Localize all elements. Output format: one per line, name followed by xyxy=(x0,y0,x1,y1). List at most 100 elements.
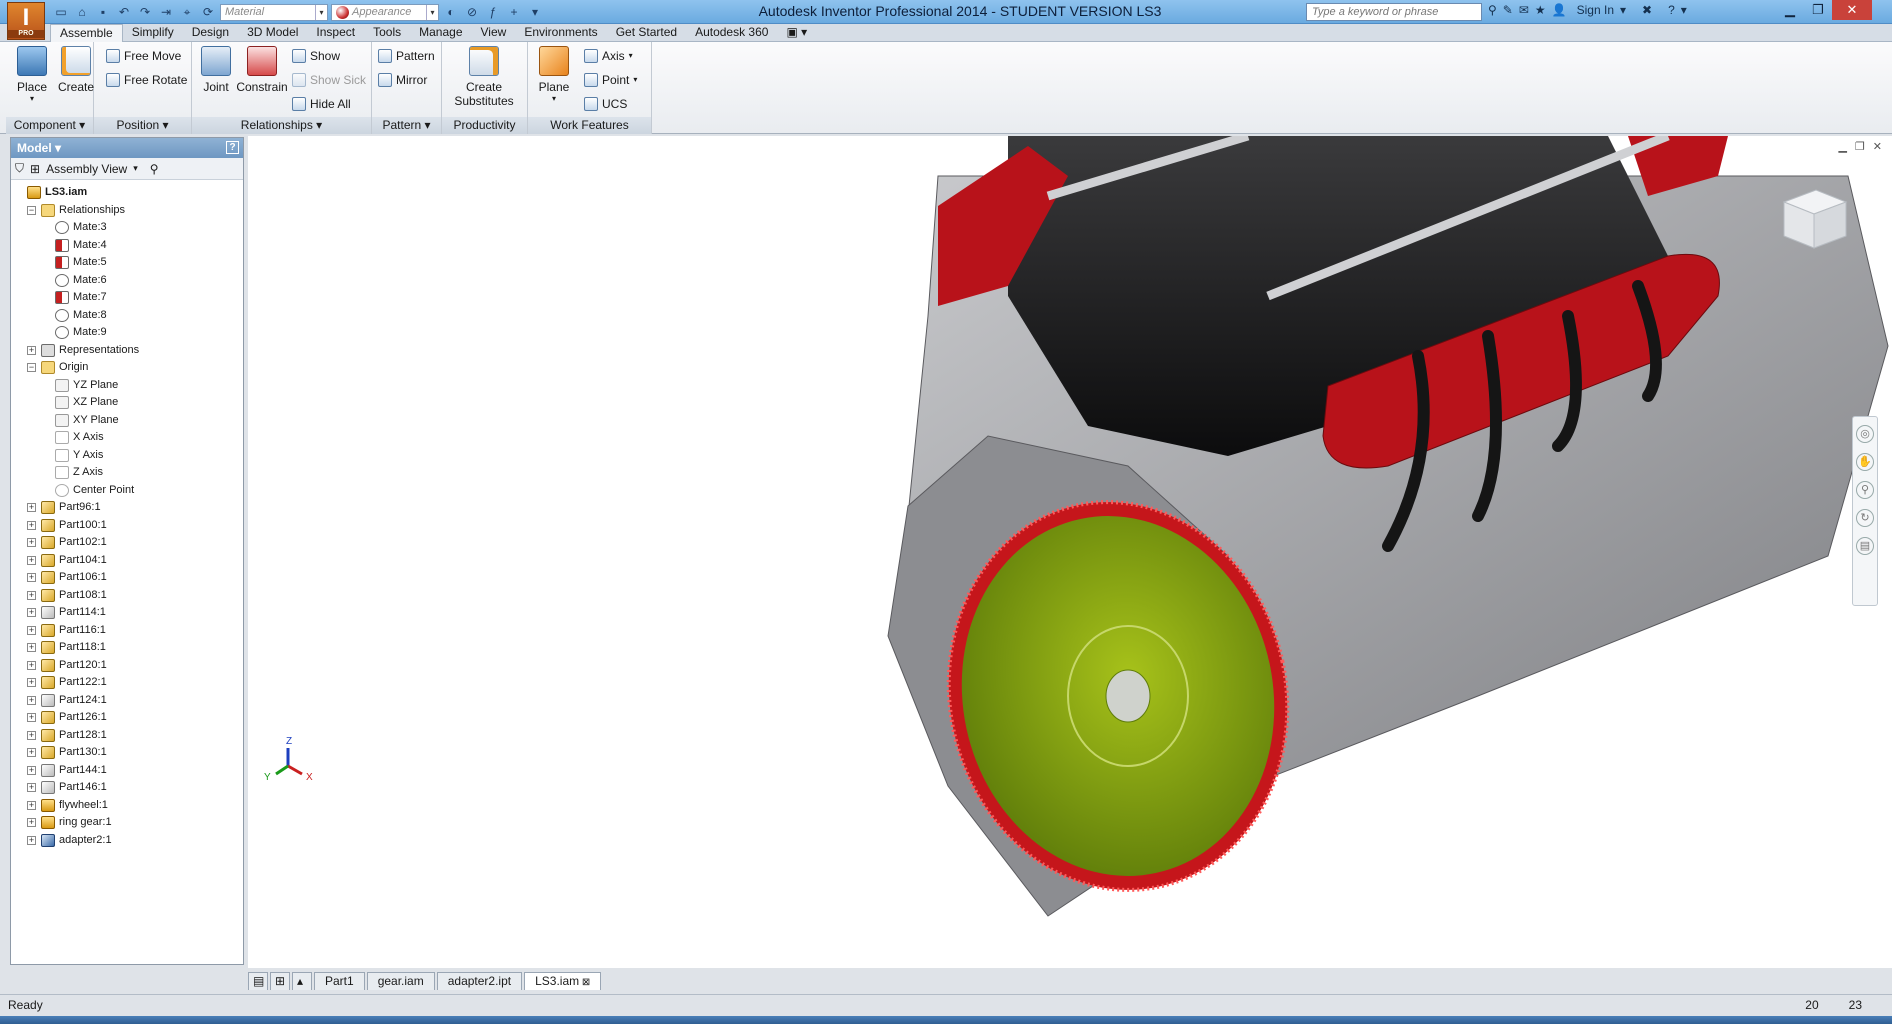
adjust-icon[interactable]: ◐ xyxy=(442,4,460,21)
help-search-input[interactable]: Type a keyword or phrase xyxy=(1306,3,1482,21)
expand-icon[interactable]: + xyxy=(27,730,36,740)
tree-item[interactable]: + Part128:1 xyxy=(11,727,243,745)
subscription-icon[interactable]: ✎ xyxy=(1503,3,1513,17)
chevron-down-icon[interactable]: ▾ xyxy=(1681,3,1687,17)
axis-button[interactable]: Axis ▾ xyxy=(584,46,633,65)
expand-icon[interactable]: + xyxy=(27,695,36,705)
select-icon[interactable]: ⌖ xyxy=(178,4,196,21)
expand-icon[interactable]: + xyxy=(27,713,36,722)
expand-icon[interactable]: + xyxy=(27,590,36,600)
show-button[interactable]: Show xyxy=(292,46,340,65)
place-button[interactable]: Place ▾ xyxy=(12,46,52,103)
tree-item[interactable]: XZ Plane xyxy=(11,394,243,412)
tab-manage[interactable]: Manage xyxy=(410,24,471,41)
doc-tab[interactable]: adapter2.ipt xyxy=(436,972,523,990)
sign-in-link[interactable]: Sign In xyxy=(1577,3,1614,17)
expand-icon[interactable]: + xyxy=(27,748,36,757)
tree-item[interactable]: + Part100:1 xyxy=(11,517,243,535)
camera-icon[interactable]: ▣ ▾ xyxy=(777,24,816,41)
save-icon[interactable]: ▪ xyxy=(94,4,112,21)
graphics-viewport[interactable]: Z X Y ▁ ❐ ✕ ◎ ✋ ⚲ ↻ ▤ xyxy=(248,136,1892,968)
tree-item[interactable]: + Part126:1 xyxy=(11,709,243,727)
panel-footer[interactable]: Component ▾ xyxy=(6,117,93,134)
update-icon[interactable]: ⟳ xyxy=(199,4,217,21)
expand-icon[interactable]: + xyxy=(27,660,36,670)
expand-icon[interactable]: + xyxy=(27,800,36,810)
tree-item[interactable]: + Part104:1 xyxy=(11,552,243,570)
zoom-icon[interactable]: ⚲ xyxy=(1856,481,1874,499)
doc-tab[interactable]: Part1 xyxy=(314,972,365,990)
expand-icon[interactable]: + xyxy=(27,625,36,635)
tree-item[interactable]: + Part120:1 xyxy=(11,657,243,675)
binoculars-icon[interactable]: ⚲ xyxy=(1488,3,1497,17)
hide-all-button[interactable]: Hide All xyxy=(292,94,351,113)
tab-3d-model[interactable]: 3D Model xyxy=(238,24,307,41)
expand-icon[interactable]: + xyxy=(27,783,36,792)
restore-icon[interactable]: ❐ xyxy=(1804,0,1832,20)
tree-item[interactable]: LS3.iam xyxy=(11,184,243,202)
tile-icon[interactable]: ▤ xyxy=(248,972,268,990)
mirror-button[interactable]: Mirror xyxy=(378,70,427,89)
tab-menu-icon[interactable]: ▴ xyxy=(292,972,312,990)
tree-item[interactable]: + Part122:1 xyxy=(11,674,243,692)
return-icon[interactable]: ⇥ xyxy=(157,4,175,21)
appearance-combo[interactable]: Appearance ▾ xyxy=(331,3,439,21)
constrain-button[interactable]: Constrain xyxy=(236,46,288,94)
expand-icon[interactable]: + xyxy=(27,345,36,355)
tree-item[interactable]: Center Point xyxy=(11,482,243,500)
collapse-icon[interactable]: − xyxy=(27,205,36,215)
tab-autodesk-360[interactable]: Autodesk 360 xyxy=(686,24,777,41)
tree-item[interactable]: + flywheel:1 xyxy=(11,797,243,815)
create-substitutes-button[interactable]: Create Substitutes xyxy=(446,46,522,108)
tree-item[interactable]: Mate:9 xyxy=(11,324,243,342)
undo-icon[interactable]: ↶ xyxy=(115,4,133,21)
tab-simplify[interactable]: Simplify xyxy=(123,24,183,41)
panel-footer[interactable]: Pattern ▾ xyxy=(372,117,441,134)
tab-tools[interactable]: Tools xyxy=(364,24,410,41)
panel-footer[interactable]: Position ▾ xyxy=(94,117,191,134)
minimize-icon[interactable]: ▁ xyxy=(1838,140,1846,153)
collapse-icon[interactable]: − xyxy=(27,363,36,372)
tree-item[interactable]: XY Plane xyxy=(11,412,243,430)
tab-inspect[interactable]: Inspect xyxy=(307,24,364,41)
engine-model-render[interactable]: Z X Y xyxy=(248,136,1892,968)
favorites-icon[interactable]: ★ xyxy=(1535,3,1546,17)
tree-item[interactable]: Mate:4 xyxy=(11,237,243,255)
expand-icon[interactable]: + xyxy=(27,503,36,512)
free-rotate-button[interactable]: Free Rotate xyxy=(106,70,187,89)
tree-item[interactable]: + Part108:1 xyxy=(11,587,243,605)
binoculars-icon[interactable]: ⚲ xyxy=(150,162,159,176)
tab-design[interactable]: Design xyxy=(183,24,238,41)
redo-icon[interactable]: ↷ xyxy=(136,4,154,21)
cascade-icon[interactable]: ⊞ xyxy=(270,972,290,990)
open-icon[interactable]: ⌂ xyxy=(73,4,91,21)
expand-icon[interactable]: + xyxy=(27,608,36,617)
doc-tab[interactable]: gear.iam xyxy=(366,972,435,990)
help-icon[interactable]: ? xyxy=(226,141,239,154)
expand-icon[interactable]: + xyxy=(27,643,36,652)
steering-wheel-icon[interactable]: ◎ xyxy=(1856,425,1874,443)
tree-item[interactable]: Mate:6 xyxy=(11,272,243,290)
create-button[interactable]: Create xyxy=(56,46,96,94)
browser-header[interactable]: Model ▾? xyxy=(11,138,243,158)
tree-item[interactable]: + Part118:1 xyxy=(11,639,243,657)
tree-item[interactable]: + ring gear:1 xyxy=(11,814,243,832)
expand-icon[interactable]: + xyxy=(27,765,36,775)
tree-item[interactable]: + Part106:1 xyxy=(11,569,243,587)
tab-get-started[interactable]: Get Started xyxy=(607,24,686,41)
help-icon[interactable]: ? xyxy=(1668,3,1675,17)
filter-icon[interactable]: ⛉ xyxy=(15,161,24,176)
new-icon[interactable]: ▭ xyxy=(52,4,70,21)
pan-icon[interactable]: ✋ xyxy=(1856,453,1874,471)
tree-item[interactable]: Mate:7 xyxy=(11,289,243,307)
joint-button[interactable]: Joint xyxy=(196,46,236,94)
tree-item[interactable]: Y Axis xyxy=(11,447,243,465)
communication-icon[interactable]: ✉ xyxy=(1519,3,1529,17)
ucs-button[interactable]: UCS xyxy=(584,94,627,113)
tree-item[interactable]: Mate:5 xyxy=(11,254,243,272)
tree-item[interactable]: Mate:3 xyxy=(11,219,243,237)
exchange-icon[interactable]: ✖ xyxy=(1642,3,1652,17)
look-at-icon[interactable]: ▤ xyxy=(1856,537,1874,555)
tree-item[interactable]: YZ Plane xyxy=(11,377,243,395)
tree-item[interactable]: + Part146:1 xyxy=(11,779,243,797)
